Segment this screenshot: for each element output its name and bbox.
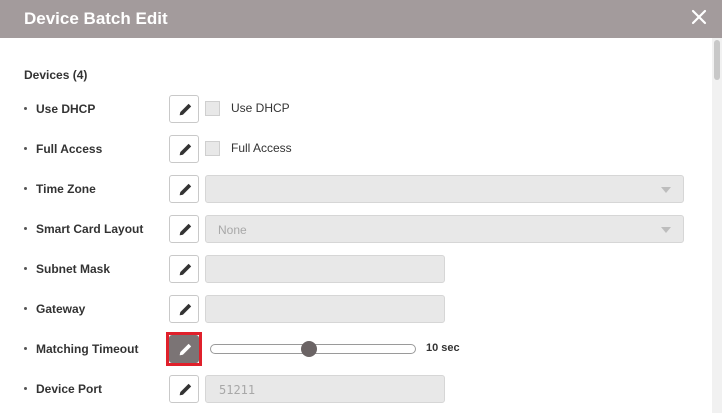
time-zone-edit-button[interactable] — [169, 175, 199, 203]
time-zone-label: Time Zone — [36, 182, 96, 196]
use-dhcp-row: Use DHCP Use DHCP — [0, 95, 712, 123]
pencil-icon — [179, 343, 192, 356]
device-port-row: Device Port 51211 — [0, 375, 712, 403]
bullet — [24, 227, 27, 230]
device-port-label: Device Port — [36, 382, 103, 396]
bullet — [24, 347, 27, 350]
device-port-input[interactable]: 51211 — [205, 375, 445, 403]
chevron-down-icon — [661, 187, 671, 193]
scrollbar-thumb[interactable] — [714, 40, 720, 80]
full-access-edit-button[interactable] — [169, 135, 199, 163]
smart-card-layout-value: None — [218, 223, 247, 237]
full-access-label: Full Access — [36, 142, 103, 156]
smart-card-layout-edit-button[interactable] — [169, 215, 199, 243]
dialog-title: Device Batch Edit — [24, 9, 168, 28]
pencil-icon — [179, 103, 192, 116]
scrollbar-track[interactable] — [712, 38, 722, 413]
full-access-row: Full Access Full Access — [0, 135, 712, 163]
gateway-edit-button[interactable] — [169, 295, 199, 323]
subnet-mask-row: Subnet Mask — [0, 255, 712, 283]
bullet — [24, 147, 27, 150]
full-access-checkbox[interactable] — [205, 141, 220, 156]
bullet — [24, 307, 27, 310]
smart-card-layout-label: Smart Card Layout — [36, 222, 144, 236]
chevron-down-icon — [661, 227, 671, 233]
dialog-title-bar: Device Batch Edit — [0, 0, 722, 38]
bullet — [24, 387, 27, 390]
pencil-icon — [179, 383, 192, 396]
full-access-checkbox-label[interactable]: Full Access — [231, 141, 292, 155]
subnet-mask-label: Subnet Mask — [36, 262, 111, 276]
pencil-icon — [179, 223, 192, 236]
devices-count-heading: Devices (4) — [24, 68, 88, 82]
use-dhcp-checkbox-label[interactable]: Use DHCP — [231, 101, 290, 115]
device-port-edit-button[interactable] — [169, 375, 199, 403]
use-dhcp-label: Use DHCP — [36, 102, 96, 116]
device-port-value: 51211 — [219, 383, 256, 397]
matching-timeout-row: Matching Timeout 10 sec — [0, 332, 712, 366]
subnet-mask-input[interactable] — [205, 255, 445, 283]
bullet — [24, 107, 27, 110]
gateway-input[interactable] — [205, 295, 445, 323]
bullet — [24, 267, 27, 270]
matching-timeout-label: Matching Timeout — [36, 342, 139, 356]
time-zone-select[interactable] — [205, 175, 684, 203]
smart-card-layout-select[interactable]: None — [205, 215, 684, 243]
use-dhcp-checkbox[interactable] — [205, 101, 220, 116]
use-dhcp-edit-button[interactable] — [169, 95, 199, 123]
matching-timeout-edit-button[interactable] — [169, 335, 199, 363]
bullet — [24, 187, 27, 190]
time-zone-row: Time Zone — [0, 175, 712, 203]
gateway-label: Gateway — [36, 302, 86, 316]
matching-timeout-value: 10 sec — [426, 342, 460, 354]
smart-card-layout-row: Smart Card Layout None — [0, 215, 712, 243]
pencil-icon — [179, 143, 192, 156]
pencil-icon — [179, 263, 192, 276]
matching-timeout-slider-thumb[interactable] — [301, 341, 318, 357]
pencil-icon — [179, 183, 192, 196]
pencil-icon — [179, 303, 192, 316]
gateway-row: Gateway — [0, 295, 712, 323]
close-icon[interactable] — [690, 7, 708, 27]
subnet-mask-edit-button[interactable] — [169, 255, 199, 283]
